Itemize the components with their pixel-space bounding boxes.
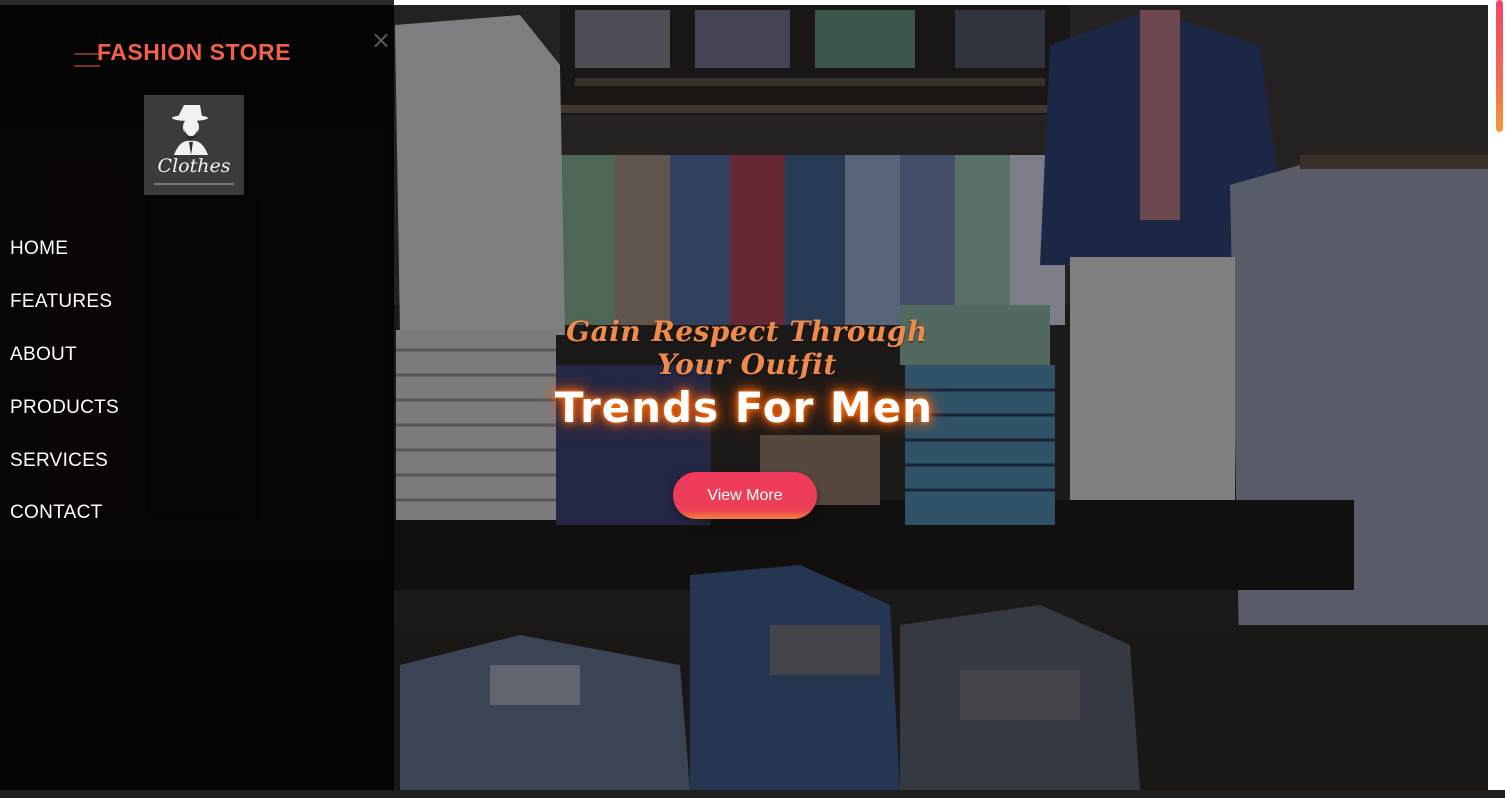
nav-item-contact[interactable]: CONTACT (10, 487, 119, 540)
sidebar-nav: HOME FEATURES ABOUT PRODUCTS SERVICES CO… (10, 223, 119, 540)
bottom-edge-bar (0, 790, 1505, 798)
hero-content: Gain Respect Through Your Outfit Trends … (394, 5, 1488, 790)
brand-name[interactable]: FASHION STORE (0, 39, 388, 66)
nav-item-features[interactable]: FEATURES (10, 276, 119, 329)
sidebar: × FASHION STORE Clothes HOME FEATURES AB… (0, 5, 394, 790)
scrollbar-thumb[interactable] (1496, 0, 1503, 132)
logo-text: Clothes (157, 155, 231, 177)
gentleman-hat-icon (154, 105, 234, 185)
hero-headline: Trends For Men (554, 383, 934, 432)
nav-item-home[interactable]: HOME (10, 223, 119, 276)
view-more-button[interactable]: View More (673, 472, 817, 519)
nav-item-about[interactable]: ABOUT (10, 329, 119, 382)
brand-logo[interactable]: Clothes (144, 95, 244, 195)
scrollbar[interactable] (1488, 0, 1505, 798)
nav-item-services[interactable]: SERVICES (10, 434, 119, 487)
nav-item-products[interactable]: PRODUCTS (10, 381, 119, 434)
hero-tagline: Gain Respect Through Your Outfit (566, 315, 928, 381)
